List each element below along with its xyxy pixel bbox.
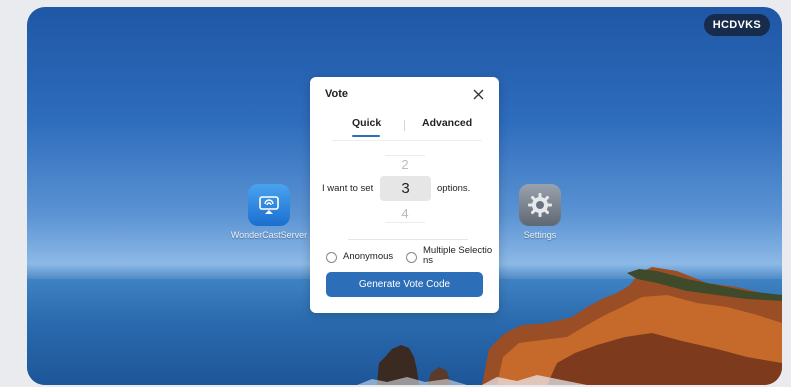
app-label: Settings (523, 230, 557, 240)
app-wondercastserver[interactable]: WonderCastServer (224, 184, 314, 240)
picker-prefix-label: I want to set (322, 183, 374, 194)
device-code-badge: HCDVKS (703, 14, 770, 36)
dialog-title: Vote (325, 88, 349, 100)
option-count-picker[interactable]: 3 (380, 176, 431, 201)
picker-suffix-label: options. (437, 183, 471, 194)
vote-dialog: Vote Quick Advanced 2 I want to set 3 op… (310, 77, 499, 313)
app-label: WonderCastServer (230, 230, 308, 240)
tab-quick[interactable]: Quick (352, 117, 381, 129)
gear-icon (519, 184, 561, 226)
active-tab-indicator (352, 135, 380, 137)
tab-advanced[interactable]: Advanced (422, 117, 472, 129)
picker-divider (385, 155, 425, 156)
anonymous-label: Anonymous (343, 251, 394, 262)
multiple-selection-radio[interactable] (406, 252, 417, 263)
close-icon[interactable] (472, 88, 485, 101)
multiple-selection-label: Multiple Selectio ns (423, 245, 493, 266)
picker-divider (385, 222, 425, 223)
picker-next-value[interactable]: 4 (385, 206, 425, 221)
app-settings[interactable]: Settings (495, 184, 585, 240)
generate-vote-code-button[interactable]: Generate Vote Code (326, 272, 483, 297)
cast-icon (248, 184, 290, 226)
tab-divider (404, 120, 405, 131)
vote-tabs: Quick Advanced (332, 117, 482, 139)
picker-prev-value[interactable]: 2 (385, 157, 425, 172)
options-divider (348, 239, 468, 240)
tabs-divider (332, 140, 482, 141)
anonymous-radio[interactable] (326, 252, 337, 263)
